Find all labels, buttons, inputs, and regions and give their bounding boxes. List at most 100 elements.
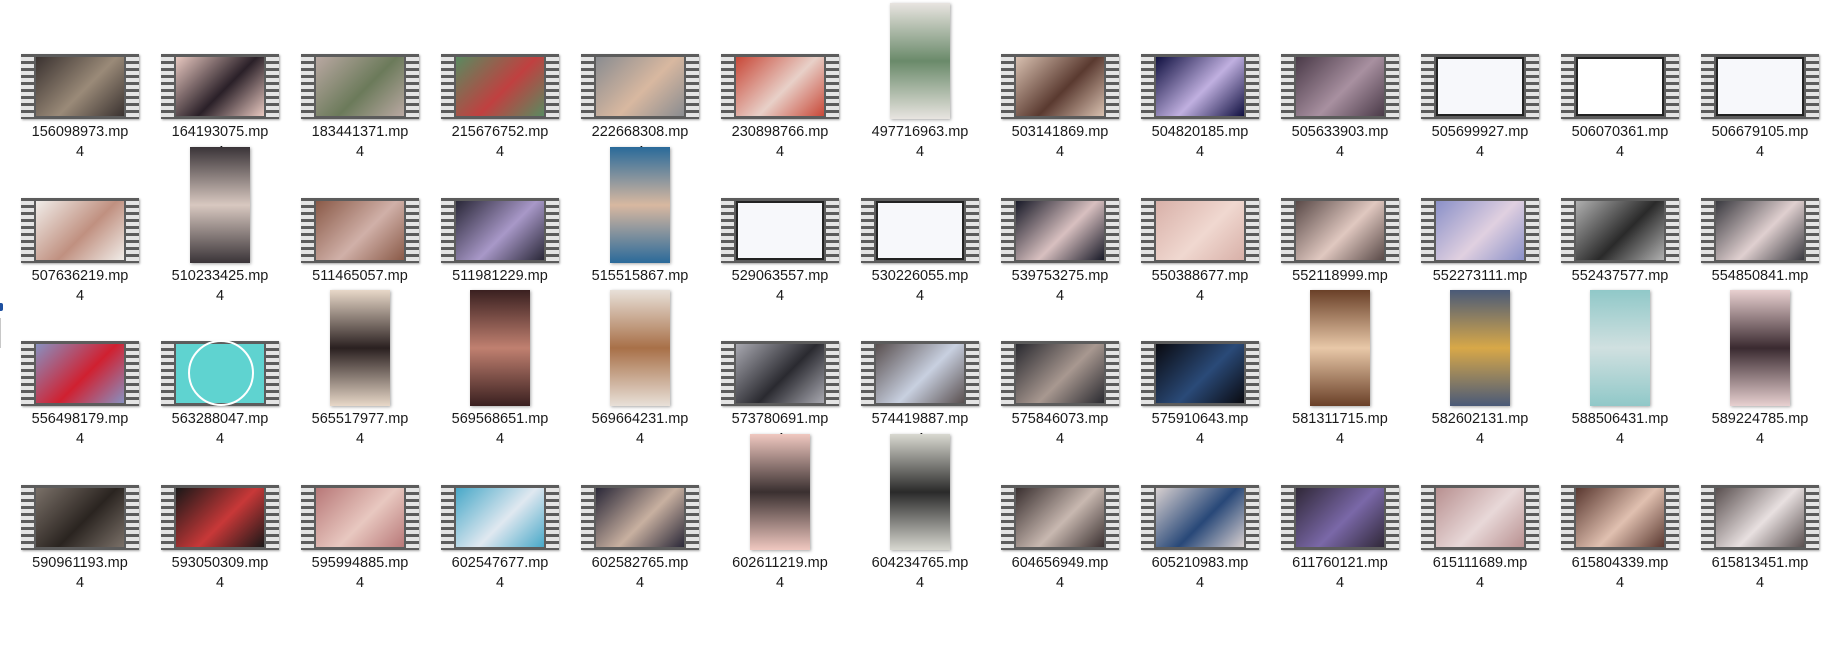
video-file-icon <box>861 197 979 263</box>
video-frame <box>176 57 264 116</box>
file-item[interactable]: 615813451.mp 4 <box>1690 431 1830 599</box>
file-name-line: 593050309.mp <box>171 554 269 571</box>
file-item[interactable]: 615804339.mp 4 <box>1550 431 1690 599</box>
file-thumbnail <box>990 431 1130 553</box>
file-name-line: 4 <box>1615 574 1625 591</box>
file-item[interactable]: 595994885.mp 4 <box>290 431 430 599</box>
video-file-icon <box>301 484 419 550</box>
film-perforation <box>1246 484 1259 550</box>
file-thumbnail <box>710 431 850 553</box>
file-item[interactable]: 611760121.mp 4 <box>1270 431 1410 599</box>
file-name-line: 581311715.mp <box>1292 411 1388 427</box>
video-file-icon <box>1561 484 1679 550</box>
film-perforation <box>861 197 874 263</box>
video-frame <box>1016 200 1104 260</box>
film-perforation <box>161 484 174 550</box>
film-perforation <box>1141 54 1154 119</box>
file-item[interactable]: 605210983.mp 4 <box>1130 431 1270 599</box>
file-thumbnail <box>290 0 430 122</box>
video-thumbnail-portrait <box>1730 290 1790 406</box>
file-item[interactable]: 615111689.mp 4 <box>1410 431 1550 599</box>
file-item[interactable]: 602547677.mp 4 <box>430 431 570 599</box>
file-name: 593050309.mp 4 <box>150 553 290 593</box>
file-name-line: 164193075.mp <box>171 124 269 140</box>
video-thumbnail-portrait <box>190 146 250 263</box>
film-perforation <box>1561 197 1574 263</box>
film-perforation <box>966 341 979 406</box>
video-file-icon <box>21 484 139 550</box>
video-file-icon <box>1701 484 1819 550</box>
file-thumbnail <box>1690 431 1830 553</box>
film-perforation <box>301 484 314 550</box>
file-name-line: 4 <box>1055 574 1065 591</box>
file-thumbnail <box>430 144 570 266</box>
file-name-line: 507636219.mp <box>31 267 129 284</box>
file-name-line: 565517977.mp <box>311 411 409 427</box>
file-thumbnail <box>290 431 430 553</box>
film-perforation <box>1526 197 1539 263</box>
video-file-icon <box>1141 197 1259 263</box>
film-perforation <box>581 484 594 550</box>
file-thumbnail <box>1130 431 1270 553</box>
video-thumbnail-portrait <box>610 290 670 406</box>
film-perforation <box>1246 54 1259 119</box>
video-frame <box>736 200 824 260</box>
file-thumbnail <box>850 144 990 266</box>
file-name-line: 510233425.mp <box>171 267 269 284</box>
file-thumbnail <box>290 287 430 409</box>
file-item[interactable]: 602582765.mp 4 <box>570 431 710 599</box>
video-frame <box>1016 344 1104 403</box>
video-file-icon <box>1561 197 1679 263</box>
video-file-icon <box>441 197 559 263</box>
video-frame <box>1156 57 1244 116</box>
file-name-line: 4 <box>495 574 505 591</box>
file-thumbnail <box>1270 431 1410 553</box>
file-name: 590961193.mp 4 <box>10 553 150 593</box>
file-item[interactable]: 590961193.mp 4 <box>10 431 150 599</box>
file-name-line: 230898766.mp <box>731 124 829 140</box>
video-thumbnail-portrait <box>890 433 950 550</box>
file-name-line: 497716963.mp <box>871 124 969 140</box>
video-frame <box>1576 487 1664 547</box>
file-item[interactable]: 593050309.mp 4 <box>150 431 290 599</box>
film-perforation <box>1106 54 1119 119</box>
film-perforation <box>161 54 174 119</box>
video-file-icon <box>1001 484 1119 550</box>
file-name-line: 575846073.mp <box>1011 411 1109 427</box>
file-name-line: 183441371.mp <box>311 124 409 140</box>
file-name: 611760121.mp 4 <box>1270 553 1410 593</box>
film-perforation <box>441 54 454 119</box>
video-file-icon <box>21 54 139 119</box>
video-frame <box>1436 200 1524 260</box>
film-perforation <box>126 54 139 119</box>
file-thumbnail <box>850 287 990 409</box>
file-name: 615111689.mp 4 <box>1410 553 1550 593</box>
file-thumbnail <box>570 287 710 409</box>
film-perforation <box>1701 484 1714 550</box>
video-frame <box>36 200 124 260</box>
video-frame <box>876 200 964 260</box>
file-thumbnail <box>850 0 990 122</box>
video-file-icon <box>161 484 279 550</box>
video-frame <box>36 57 124 116</box>
file-thumbnail <box>1410 0 1550 122</box>
video-file-icon <box>1281 484 1399 550</box>
file-item[interactable]: 602611219.mp 4 <box>710 431 850 599</box>
file-item[interactable]: 604234765.mp 4 <box>850 431 990 599</box>
film-perforation <box>1526 484 1539 550</box>
video-file-icon <box>1141 484 1259 550</box>
file-thumbnail <box>1130 0 1270 122</box>
video-file-icon <box>21 197 139 263</box>
film-perforation <box>1106 197 1119 263</box>
video-file-icon <box>581 54 699 119</box>
file-thumbnail <box>1130 287 1270 409</box>
video-frame <box>176 487 264 547</box>
file-thumbnail <box>430 0 570 122</box>
file-thumbnail <box>1550 287 1690 409</box>
film-perforation <box>126 341 139 406</box>
file-item[interactable]: 604656949.mp 4 <box>990 431 1130 599</box>
file-thumbnail <box>1550 0 1690 122</box>
file-name: 604234765.mp 4 <box>850 553 990 593</box>
file-name-line: 602582765.mp <box>591 554 689 571</box>
film-perforation <box>1281 54 1294 119</box>
